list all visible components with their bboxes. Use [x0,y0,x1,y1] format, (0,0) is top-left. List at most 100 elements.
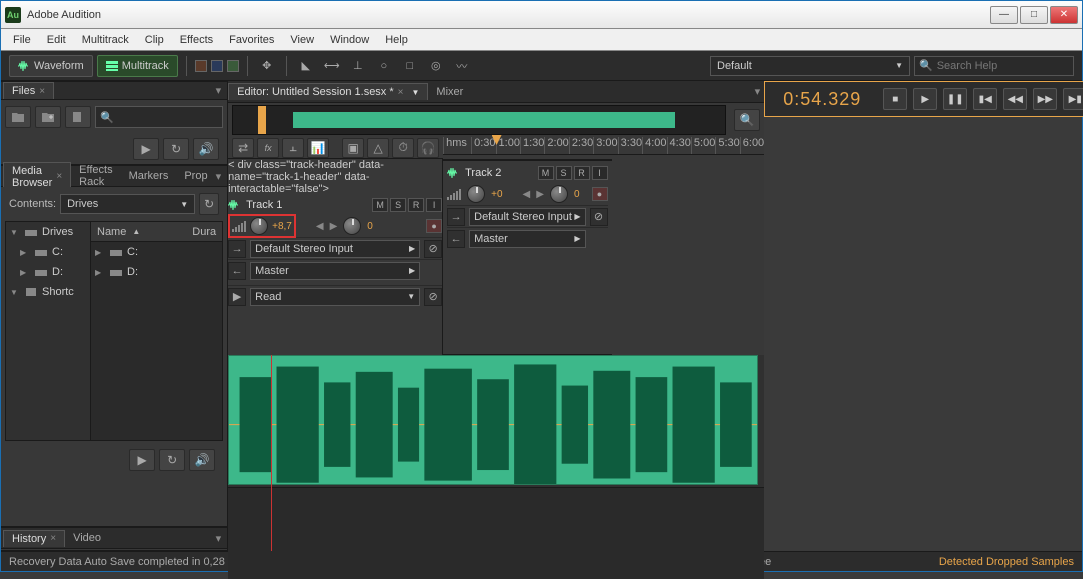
autoplay-button[interactable]: 🔊 [193,138,219,160]
color-swatch-1[interactable] [195,60,207,72]
play-button[interactable]: ▶ [913,88,937,110]
menu-effects[interactable]: Effects [172,32,221,48]
snap-button[interactable]: △ [367,138,389,158]
menu-multitrack[interactable]: Multitrack [74,32,137,48]
track-1-monitor-button[interactable]: I [426,198,442,212]
loop-button[interactable]: ↻ [163,138,189,160]
color-swatch-3[interactable] [227,60,239,72]
goto-end-button[interactable]: ▶▮ [1063,88,1083,110]
track-1-volume-knob[interactable] [250,217,268,235]
lasso-tool-button[interactable]: ◎ [425,55,447,77]
eq-button[interactable]: 📊 [307,138,329,158]
track-2-record-arm-button[interactable]: ● [592,187,608,201]
headphone-button[interactable]: 🎧 [417,138,439,158]
close-icon[interactable]: × [398,87,404,98]
panel-menu-icon[interactable]: ▾ [216,84,226,97]
track-2-volume-knob[interactable] [467,185,485,203]
drive-c-tree-item[interactable]: ▶C: [6,242,90,262]
drive-c-item[interactable]: ▶C: [91,242,222,262]
track-2-pan-value[interactable]: 0 [574,189,580,200]
selection-tool-button[interactable]: ◣ [295,55,317,77]
time-select-tool-button[interactable]: ○ [373,55,395,77]
drive-d-item[interactable]: ▶D: [91,262,222,282]
drives-tree-item[interactable]: ▼Drives [6,222,90,242]
track-2-mute-button[interactable]: M [538,166,554,180]
rewind-button[interactable]: ◀◀ [1003,88,1027,110]
track-1-solo-button[interactable]: S [390,198,406,212]
waveform-mode-button[interactable]: Waveform [9,55,93,77]
files-panel-tab[interactable]: Files × [3,82,54,99]
timecode-display[interactable]: 0:54.329 [773,89,871,110]
menu-clip[interactable]: Clip [137,32,172,48]
track-1-pan-knob[interactable] [343,217,361,235]
move-tool-button[interactable]: ✥ [256,55,278,77]
track-1-input-enable-button[interactable]: ⊘ [424,240,442,258]
open-file-button[interactable] [5,106,31,128]
contents-selector[interactable]: Drives ▼ [60,194,195,214]
track-1-name[interactable]: Track 1 [246,199,282,211]
files-search-input[interactable]: 🔍 [95,106,223,128]
panel-menu-icon[interactable]: ▾ [755,85,765,98]
track-1-record-button[interactable]: R [408,198,424,212]
play-button[interactable]: ▶ [133,138,159,160]
multitrack-mode-button[interactable]: Multitrack [97,55,178,77]
menu-favorites[interactable]: Favorites [221,32,282,48]
panel-menu-icon[interactable]: ▾ [216,532,226,545]
pause-button[interactable]: ❚❚ [943,88,967,110]
mixer-tab[interactable]: Mixer [428,84,471,100]
duration-column-header[interactable]: Dura [192,226,216,238]
session-overview[interactable] [232,105,726,135]
menu-help[interactable]: Help [377,32,416,48]
group-button[interactable]: ▣ [342,138,364,158]
sends-button[interactable]: ⫠ [282,138,304,158]
track-1-volume-value[interactable]: +8,7 [272,221,292,232]
slip-tool-button[interactable]: ⊥ [347,55,369,77]
audio-clip[interactable]: 03-dizplay-panoramic 48000 1 Volume ▼ [228,355,758,485]
track-1-automation-enable[interactable]: ⊘ [424,288,442,306]
track-2-solo-button[interactable]: S [556,166,572,180]
close-icon[interactable]: × [50,533,56,544]
track-1-record-arm-button[interactable]: ● [426,219,442,233]
name-column-header[interactable]: Name [97,226,126,238]
drive-d-tree-item[interactable]: ▶D: [6,262,90,282]
stop-button[interactable]: ■ [883,88,907,110]
track-2-pan-knob[interactable] [550,185,568,203]
track-2-volume-value[interactable]: +0 [491,189,502,200]
track-2-name[interactable]: Track 2 [465,167,501,179]
history-tab[interactable]: History× [3,530,65,547]
refresh-button[interactable]: ↻ [199,193,219,215]
track-2-input-selector[interactable]: Default Stereo Input▶ [469,208,585,226]
play-button[interactable]: ▶ [129,449,155,471]
autoplay-button[interactable]: 🔊 [189,449,215,471]
menu-view[interactable]: View [282,32,322,48]
zoom-reset-button[interactable]: 🔍 [734,109,760,131]
close-icon[interactable]: × [56,171,62,182]
fx-button[interactable]: fx [257,138,279,158]
markers-tab[interactable]: Markers [121,168,177,184]
forward-button[interactable]: ▶▶ [1033,88,1057,110]
workspace-selector[interactable]: Default ▼ [710,56,910,76]
new-file-button[interactable] [65,106,91,128]
playhead-line[interactable] [271,355,272,551]
editor-session-tab[interactable]: Editor: Untitled Session 1.sesx *×▼ [228,83,428,100]
panel-menu-icon[interactable]: ▾ [216,170,226,183]
track-2-output-selector[interactable]: Master▶ [469,230,585,248]
menu-file[interactable]: File [5,32,39,48]
track-lanes[interactable]: 03-dizplay-panoramic 48000 1 Volume ▼ [228,355,764,551]
effects-rack-tab[interactable]: Effects Rack [71,162,120,190]
track-2-record-button[interactable]: R [574,166,590,180]
time-ruler[interactable]: hms 0:30 1:00 1:30 2:00 2:30 3:00 3:30 4… [443,137,764,155]
metronome-button[interactable]: ⏱ [392,138,414,158]
menu-window[interactable]: Window [322,32,377,48]
track-1-pan-value[interactable]: 0 [367,221,373,232]
window-close-button[interactable]: ✕ [1050,6,1078,24]
toggle-a-button[interactable]: ⇄ [232,138,254,158]
marquee-tool-button[interactable]: □ [399,55,421,77]
track-1-input-selector[interactable]: Default Stereo Input▶ [250,240,420,258]
close-icon[interactable]: × [39,86,45,97]
properties-tab[interactable]: Prop [176,168,215,184]
window-maximize-button[interactable]: □ [1020,6,1048,24]
status-warning[interactable]: Detected Dropped Samples [939,556,1074,568]
search-help-input[interactable]: 🔍 Search Help [914,56,1074,76]
track-2-lane[interactable] [228,487,764,579]
